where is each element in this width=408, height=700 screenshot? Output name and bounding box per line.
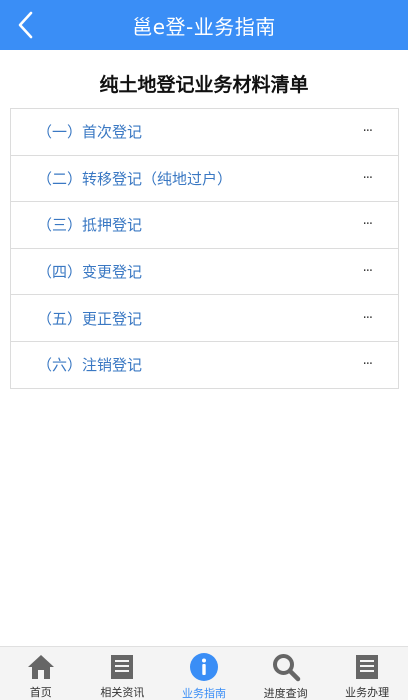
- list-item-label: （三）抵押登记: [37, 216, 143, 235]
- tab-progress[interactable]: 进度查询: [245, 647, 326, 700]
- list-item-label: （一）首次登记: [37, 123, 143, 142]
- more-icon: ···: [362, 310, 373, 326]
- tab-news[interactable]: 相关资讯: [82, 647, 163, 700]
- more-icon: ···: [362, 357, 373, 373]
- tab-business[interactable]: 业务办理: [327, 647, 408, 700]
- back-button[interactable]: [6, 5, 46, 45]
- list-item-label: （四）变更登记: [37, 263, 143, 282]
- chevron-left-icon: [18, 11, 33, 39]
- list-item-change-registration[interactable]: （四）变更登记 ···: [11, 249, 398, 296]
- list-item-correction-registration[interactable]: （五）更正登记 ···: [11, 295, 398, 342]
- tab-label: 业务指南: [181, 687, 226, 700]
- guide-list: （一）首次登记 ··· （二）转移登记（纯地过户） ··· （三）抵押登记 ··…: [10, 108, 399, 389]
- list-item-transfer-registration[interactable]: （二）转移登记（纯地过户） ···: [11, 156, 398, 203]
- info-icon: [189, 652, 219, 682]
- news-icon: [107, 652, 137, 681]
- list-item-label: （六）注销登记: [37, 356, 143, 375]
- page-title: 纯土地登记业务材料清单: [99, 74, 309, 96]
- header-title: 邕e登-业务指南: [132, 14, 276, 39]
- list-item-label: （二）转移登记（纯地过户）: [37, 169, 233, 188]
- home-icon: [26, 652, 56, 681]
- tab-label: 首页: [29, 686, 52, 699]
- more-icon: ···: [362, 264, 373, 280]
- document-icon: [352, 652, 382, 681]
- tab-guide[interactable]: 业务指南: [163, 647, 244, 700]
- search-icon: [271, 652, 301, 682]
- list-item-label: （五）更正登记: [37, 309, 143, 328]
- tab-label: 相关资讯: [100, 686, 145, 699]
- bottom-tab-bar: 首页 相关资讯 业务指南 进度查询 业务办理: [0, 646, 408, 700]
- more-icon: ···: [362, 124, 373, 140]
- tab-label: 业务办理: [345, 686, 390, 699]
- top-bar: 邕e登-业务指南: [0, 0, 408, 50]
- list-item-cancellation-registration[interactable]: （六）注销登记 ···: [11, 342, 398, 389]
- more-icon: ···: [362, 217, 373, 233]
- more-icon: ···: [362, 170, 373, 186]
- tab-home[interactable]: 首页: [0, 647, 81, 700]
- list-item-mortgage-registration[interactable]: （三）抵押登记 ···: [11, 202, 398, 249]
- list-item-first-registration[interactable]: （一）首次登记 ···: [11, 109, 398, 156]
- app-screen: 邕e登-业务指南 纯土地登记业务材料清单 （一）首次登记 ··· （二）转移登记…: [0, 0, 408, 700]
- tab-label: 进度查询: [263, 687, 308, 700]
